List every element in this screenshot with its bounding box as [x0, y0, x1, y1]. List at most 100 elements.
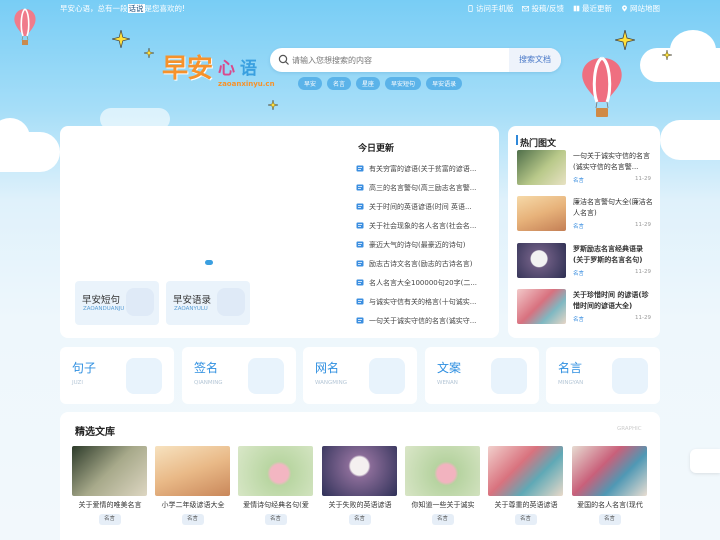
article-title: 廉洁名言警句大全(廉洁名人名言) [573, 198, 653, 217]
category-sentences[interactable]: 句子 JUZI [60, 347, 174, 404]
notice-text: 早安心语，总有一段 [60, 4, 128, 13]
search-icon [278, 54, 289, 65]
category-copywriting[interactable]: 文案 WENAN [425, 347, 539, 404]
list-item[interactable]: 名人名言大全100000句20字(二... [356, 273, 486, 292]
tag-link[interactable]: 早安语录 [426, 77, 463, 90]
site-logo[interactable]: 早安 心 语 zaoanxinyu.cn [162, 48, 275, 94]
list-item[interactable]: 豪迈大气的诗句(最豪迈的诗句) [356, 235, 486, 254]
mail-icon [522, 6, 530, 12]
library-item[interactable]: 你知道一些关于诚实 名言 [405, 446, 480, 525]
article-category[interactable]: 名言 [573, 176, 584, 184]
notice-text: 是您喜欢的! [144, 4, 186, 13]
list-item-title: 关于社会现象的名人名言(社会名... [369, 221, 477, 230]
category-subtitle: WENAN [437, 380, 458, 386]
category-title: 名言 [558, 361, 583, 375]
article-icon [356, 203, 364, 210]
recent-updates-link[interactable]: 最近更新 [573, 3, 612, 14]
category-title: 文案 [437, 361, 462, 375]
category-title: 句子 [72, 361, 97, 375]
library-item[interactable]: 爱国的名人名言(现代 名言 [572, 446, 647, 525]
library-item[interactable]: 关于失败的英语谚语 名言 [322, 446, 397, 525]
list-item[interactable]: 关于社会现象的名人名言(社会名... [356, 216, 486, 235]
top-links: 访问手机版 投稿/反馈 最近更新 网站地图 [467, 3, 660, 14]
location-icon [622, 5, 627, 12]
logo-domain: zaoanxinyu.cn [218, 80, 275, 88]
category-title: 签名 [194, 361, 219, 375]
library-subtitle: GRAPHIC [617, 426, 642, 432]
article-tag[interactable]: 名言 [264, 514, 287, 525]
category-card-morning-quotes[interactable]: 早安语录 ZAOANYULU [166, 281, 250, 325]
article-tag[interactable]: 名言 [514, 514, 537, 525]
tag-link[interactable]: 名言 [327, 77, 352, 90]
library-title: 精选文库 [75, 427, 115, 438]
category-icon [369, 358, 405, 394]
list-item-title: 豪迈大气的诗句(最豪迈的诗句) [369, 240, 466, 249]
library-item[interactable]: 关于爱情的唯美名言 名言 [72, 446, 147, 525]
article-tag[interactable]: 名言 [598, 514, 621, 525]
article-thumbnail [517, 150, 566, 185]
logo-text-blue: 语 [240, 59, 257, 79]
mobile-version-link[interactable]: 访问手机版 [467, 3, 514, 14]
card-title: 早安语录 [173, 295, 212, 306]
list-item[interactable]: 高三的名言警句(高三励志名言警... [356, 178, 486, 197]
list-item[interactable]: 关于时间的英语谚语(时间 英语... [356, 197, 486, 216]
search-input[interactable] [292, 51, 492, 69]
article-date: 11-29 [635, 222, 651, 228]
article-icon [356, 165, 364, 172]
hot-article-item[interactable]: 廉洁名言警句大全(廉洁名人名言) 名言 11-29 [517, 196, 653, 232]
list-item[interactable]: 励志古诗文名言(励志的古诗名言) [356, 254, 486, 273]
list-item[interactable]: 有关穷富的谚语(关于贫富的谚语... [356, 159, 486, 178]
list-item[interactable]: 一句关于诚实守信的名言(诚实守... [356, 311, 486, 330]
hot-article-item[interactable]: 罗斯励志名言经典语录(关于罗斯的名言名句) 名言 11-29 [517, 243, 653, 279]
article-thumbnail [238, 446, 313, 496]
search-button[interactable]: 搜索文档 [509, 48, 561, 72]
mobile-icon [468, 5, 473, 12]
category-nicknames[interactable]: 网名 WANGMING [303, 347, 417, 404]
list-item[interactable]: 与诚实守信有关的格言(十句诚实... [356, 292, 486, 311]
category-icon [491, 358, 527, 394]
tag-link[interactable]: 早安短句 [385, 77, 422, 90]
hot-article-item[interactable]: 一句关于诚实守信的名言(诚实守信的名言警... 名言 11-29 [517, 150, 653, 186]
article-icon [356, 298, 364, 305]
article-category[interactable]: 名言 [573, 222, 584, 230]
library-item[interactable]: 爱情诗句经典名句(爱 名言 [238, 446, 313, 525]
tag-link[interactable]: 星座 [356, 77, 381, 90]
link-label: 投稿/反馈 [531, 4, 564, 13]
top-bar: 早安心语，总有一段话说是您喜欢的! 访问手机版 投稿/反馈 最近更新 网站地图 [0, 0, 720, 16]
link-label: 访问手机版 [475, 4, 514, 13]
card-icon [217, 288, 245, 316]
tag-link[interactable]: 早安 [298, 77, 323, 90]
library-item[interactable]: 关于尊重的英语谚语 名言 [488, 446, 563, 525]
card-subtitle: ZAOANDUANJU [83, 306, 125, 312]
category-signatures[interactable]: 签名 QIANMING [182, 347, 296, 404]
article-date: 11-29 [635, 176, 651, 182]
article-tag[interactable]: 名言 [431, 514, 454, 525]
article-icon [356, 222, 364, 229]
hot-article-item[interactable]: 关于珍惜时间 的谚语(珍惜时间的谚语大全) 名言 11-29 [517, 289, 653, 325]
category-card-morning-phrases[interactable]: 早安短句 ZAOANDUANJU [75, 281, 159, 325]
article-category[interactable]: 名言 [573, 315, 584, 323]
submit-feedback-link[interactable]: 投稿/反馈 [522, 3, 564, 14]
article-tag[interactable]: 名言 [348, 514, 371, 525]
library-item[interactable]: 小学二年级谚语大全 名言 [155, 446, 230, 525]
category-quotes[interactable]: 名言 MINGYAN [546, 347, 660, 404]
article-thumbnail [517, 243, 566, 278]
list-item-title: 高三的名言警句(高三励志名言警... [369, 183, 477, 192]
category-icon [612, 358, 648, 394]
back-to-top-button[interactable] [690, 449, 720, 473]
site-notice: 早安心语，总有一段话说是您喜欢的! [60, 3, 185, 14]
card-subtitle: ZAOANYULU [174, 306, 208, 312]
article-category[interactable]: 名言 [573, 269, 584, 277]
sitemap-link[interactable]: 网站地图 [621, 3, 660, 14]
article-tag[interactable]: 名言 [98, 514, 121, 525]
hot-tags: 早安 名言 星座 早安短句 早安语录 [298, 77, 463, 90]
list-item-title: 一句关于诚实守信的名言(诚实守... [369, 316, 477, 325]
article-tag[interactable]: 名言 [181, 514, 204, 525]
cloud-decoration [670, 30, 716, 70]
notice-highlight: 话说 [127, 4, 145, 13]
category-subtitle: WANGMING [315, 380, 348, 386]
list-item-title: 有关穷富的谚语(关于贫富的谚语... [369, 164, 477, 173]
cloud-decoration [660, 120, 720, 160]
carousel-indicator[interactable] [205, 260, 213, 265]
article-thumbnail [405, 446, 480, 496]
